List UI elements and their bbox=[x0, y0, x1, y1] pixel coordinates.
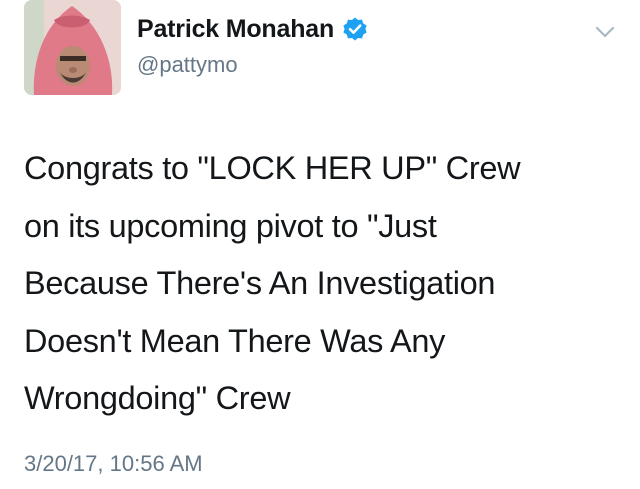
tweet-text: Congrats to "LOCK HER UP" Crew on its up… bbox=[24, 150, 521, 416]
tweet-card: Patrick Monahan @pattymo Congrats to "LO… bbox=[0, 0, 640, 489]
display-name[interactable]: Patrick Monahan bbox=[137, 15, 334, 44]
avatar-image bbox=[24, 0, 121, 95]
tweet-header: Patrick Monahan @pattymo bbox=[137, 14, 368, 78]
name-row: Patrick Monahan bbox=[137, 14, 368, 44]
chevron-down-icon[interactable] bbox=[594, 24, 616, 40]
verified-badge-icon bbox=[342, 16, 368, 42]
user-handle[interactable]: @pattymo bbox=[137, 52, 368, 78]
avatar[interactable] bbox=[24, 0, 121, 95]
tweet-timestamp[interactable]: 3/20/17, 10:56 AM bbox=[24, 451, 203, 477]
